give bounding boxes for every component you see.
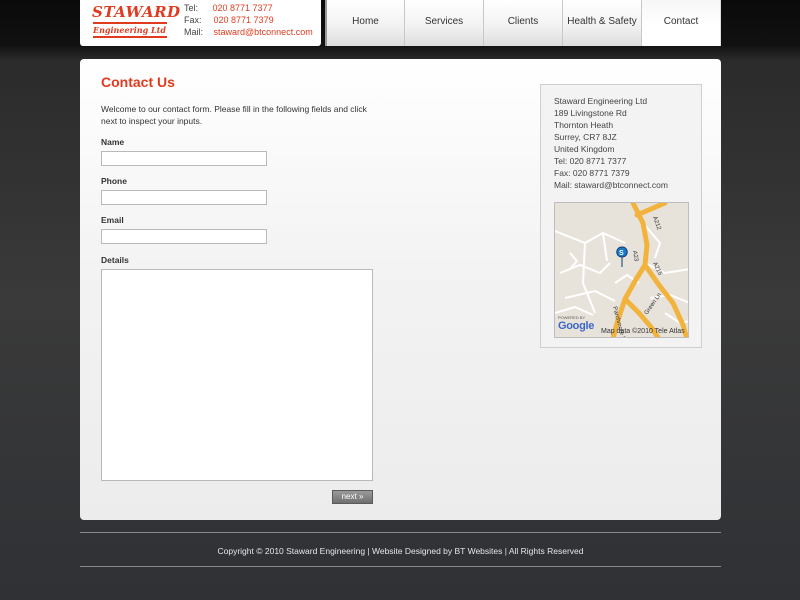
details-label: Details xyxy=(101,255,129,265)
header-contact-info: Tel: 020 8771 7377 Fax: 020 8771 7379 Ma… xyxy=(184,2,313,38)
name-label: Name xyxy=(101,137,125,147)
nav-clients[interactable]: Clients xyxy=(483,0,562,46)
tel-label: Tel: xyxy=(184,3,199,13)
logo-rule xyxy=(93,36,167,38)
nav-contact[interactable]: Contact xyxy=(641,0,720,46)
fax-value: 020 8771 7379 xyxy=(213,15,274,25)
intro-text: Welcome to our contact form. Please fill… xyxy=(101,104,367,126)
nav-health-safety[interactable]: Health & Safety xyxy=(562,0,641,46)
map-street-label: Green Ln xyxy=(644,292,663,316)
main-nav: Home Services Clients Health & Safety Co… xyxy=(325,0,721,46)
address-line: Thornton Heath xyxy=(554,120,614,130)
fax-label: Fax: xyxy=(184,15,202,25)
logo-title: STAWARD xyxy=(92,3,181,21)
map-marker-letter: S xyxy=(619,250,624,257)
map-road-label: A212 xyxy=(651,216,662,232)
next-button[interactable]: next » xyxy=(332,490,373,504)
map-road-label: A23 xyxy=(631,250,639,262)
footer-divider xyxy=(80,566,721,567)
mail-label: Mail: xyxy=(184,27,204,37)
phone-field[interactable] xyxy=(101,190,267,205)
address-line: Surrey, CR7 8JZ xyxy=(554,132,617,142)
phone-label: Phone xyxy=(101,176,127,186)
email-field[interactable] xyxy=(101,229,267,244)
staward-logo[interactable]: STAWARD Engineering Ltd xyxy=(92,3,181,40)
address-line: Staward Engineering Ltd xyxy=(554,96,648,106)
address-line: 189 Livingstone Rd xyxy=(554,108,627,118)
page-title: Contact Us xyxy=(101,74,175,90)
address-line: Mail: staward@btconnect.com xyxy=(554,180,668,190)
address-block: Staward Engineering Ltd 189 Livingstone … xyxy=(554,95,668,191)
name-field[interactable] xyxy=(101,151,267,166)
address-line: Tel: 020 8771 7377 xyxy=(554,156,627,166)
google-logo: Google xyxy=(558,320,594,332)
tel-value: 020 8771 7377 xyxy=(212,3,273,13)
mail-link[interactable]: staward@btconnect.com xyxy=(214,27,313,37)
content-panel: Contact Us Welcome to our contact form. … xyxy=(80,59,721,520)
map-marker-icon[interactable]: S xyxy=(616,246,628,267)
google-logo-text: Google xyxy=(558,320,595,332)
address-line: United Kingdom xyxy=(554,144,615,154)
map-attribution[interactable]: Map data ©2010 Tele Atlas xyxy=(601,328,685,335)
details-textarea[interactable] xyxy=(101,269,373,481)
address-line: Fax: 020 8771 7379 xyxy=(554,168,630,178)
nav-services[interactable]: Services xyxy=(404,0,483,46)
logo-subtitle: Engineering Ltd xyxy=(93,25,166,35)
header-logo-box: STAWARD Engineering Ltd Tel: 020 8771 73… xyxy=(80,0,321,46)
address-box: Staward Engineering Ltd 189 Livingstone … xyxy=(540,84,702,348)
email-label: Email xyxy=(101,215,124,225)
location-map[interactable]: A212 A215 A23 Parchmore Rd Green Ln S PO… xyxy=(554,202,689,338)
footer-copyright: Copyright © 2010 Staward Engineering | W… xyxy=(217,546,584,556)
footer-divider xyxy=(80,532,721,533)
logo-rule xyxy=(93,22,167,24)
nav-home[interactable]: Home xyxy=(325,0,404,46)
